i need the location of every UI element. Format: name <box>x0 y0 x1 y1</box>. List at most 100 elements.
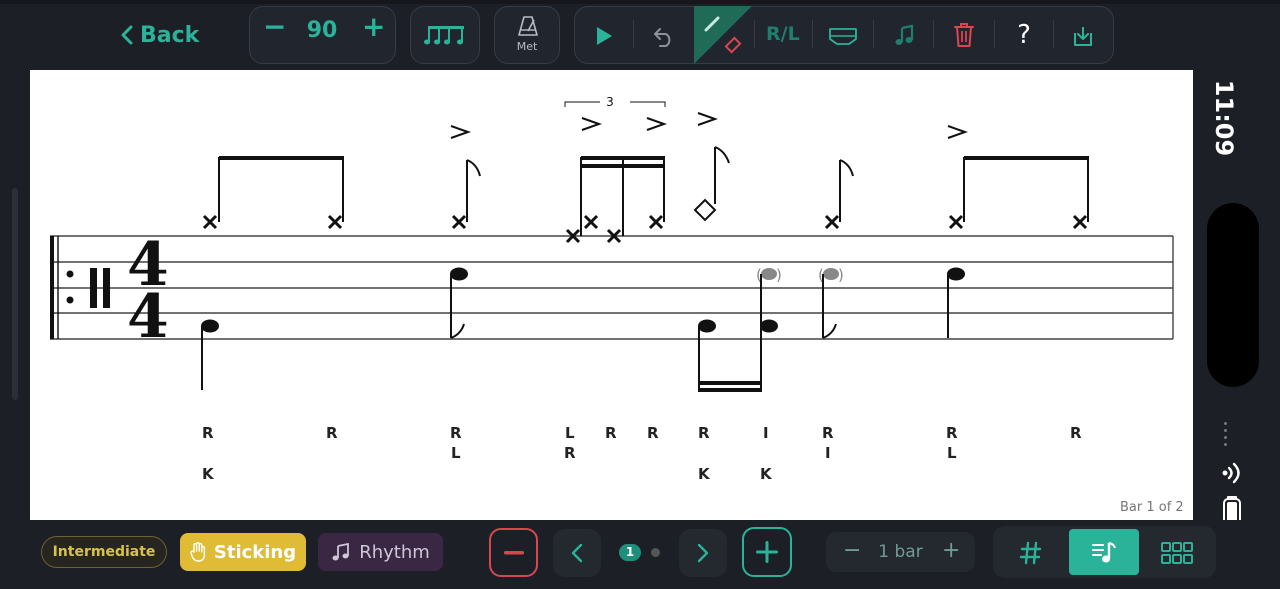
edit-mode-toggle[interactable] <box>694 6 754 64</box>
tray-button[interactable] <box>826 22 860 50</box>
sticking-label[interactable]: R <box>564 444 576 462</box>
play-button[interactable] <box>590 22 618 50</box>
subdivision-button[interactable] <box>410 6 480 64</box>
export-button[interactable] <box>1069 22 1097 50</box>
hand-icon <box>190 542 205 562</box>
tempo-decrease-button[interactable]: − <box>263 10 286 43</box>
top-toolbar: Back − 90 + Met R/L ? <box>0 0 1280 66</box>
metronome-icon <box>518 16 538 36</box>
separator <box>754 20 755 48</box>
notes-icon <box>332 543 350 561</box>
tempo-value[interactable]: 90 <box>305 18 339 43</box>
sticking-label[interactable]: L <box>451 444 461 462</box>
lower-beams <box>698 381 762 392</box>
separator <box>933 20 934 48</box>
crash-note <box>693 198 717 222</box>
next-bar-button[interactable] <box>679 529 727 577</box>
plus-icon <box>756 541 778 563</box>
chevron-left-icon <box>571 543 583 563</box>
staff-lines <box>50 235 1173 340</box>
sticking-label[interactable]: R <box>1070 424 1082 442</box>
bar-indicator: Bar 1 of 2 <box>1120 500 1184 515</box>
bar-length-decrease-button[interactable]: − <box>843 538 861 563</box>
separator <box>633 20 634 48</box>
bar-length-value: 1 bar <box>878 542 923 562</box>
sticking-row-3: K K K <box>30 465 1193 485</box>
view-notation-button[interactable] <box>1089 539 1119 567</box>
minus-icon <box>503 550 524 554</box>
clock: 11:09 <box>1210 80 1238 156</box>
time-signature-bottom: 4 <box>127 282 169 352</box>
back-label: Back <box>140 22 200 48</box>
undo-button[interactable] <box>650 22 678 50</box>
notation-button[interactable] <box>891 22 919 50</box>
sticking-label[interactable]: L <box>947 444 957 462</box>
clock-time: 11:09 <box>1210 80 1238 156</box>
accent-marks <box>450 112 969 139</box>
limb-label[interactable]: K <box>202 465 214 483</box>
notes-icon <box>895 24 914 45</box>
grid-icon <box>1161 542 1193 564</box>
help-button[interactable]: ? <box>1010 20 1038 50</box>
sticking-label[interactable]: I <box>763 424 769 442</box>
sticking-row-1: R R R L R R R I R R R <box>30 424 1193 444</box>
sticking-row-2: L R I L <box>30 444 1193 464</box>
remove-bar-button[interactable] <box>489 528 538 577</box>
left-scroll-indicator[interactable] <box>12 188 18 400</box>
dynamic-island <box>1207 203 1259 387</box>
score-canvas[interactable]: 4 4 3 () () R R R L R R R I R R R L R … <box>30 70 1193 520</box>
svg-text:): ) <box>838 266 844 284</box>
sticking-label[interactable]: R <box>946 424 958 442</box>
rhythm-mode-button[interactable]: Rhythm <box>318 533 443 571</box>
page-indicator-current[interactable]: 1 <box>619 544 641 561</box>
view-grid-button[interactable] <box>1160 539 1194 567</box>
previous-bar-button[interactable] <box>553 529 601 577</box>
bar-length-increase-button[interactable]: + <box>942 538 960 563</box>
sticking-label[interactable]: R <box>326 424 338 442</box>
beamed-notes-icon <box>424 26 464 45</box>
sticking-label[interactable]: R <box>647 424 659 442</box>
metronome-button[interactable] <box>494 6 560 64</box>
svg-text:): ) <box>776 266 782 284</box>
separator <box>994 20 995 48</box>
tempo-increase-button[interactable]: + <box>362 10 385 43</box>
ghost-notes: () () <box>756 266 844 284</box>
tuplet-bracket <box>564 101 666 107</box>
tuplet-number: 3 <box>606 95 614 109</box>
rhythm-mode-label: Rhythm <box>359 541 430 563</box>
sticking-label[interactable]: R <box>605 424 617 442</box>
upper-beams <box>219 156 1089 168</box>
sticking-label[interactable]: R <box>450 424 462 442</box>
page-indicator-dot[interactable] <box>651 548 660 557</box>
separator <box>812 20 813 48</box>
sticking-toggle-button[interactable]: R/L <box>766 23 800 45</box>
sticking-mode-button[interactable]: Sticking <box>180 533 306 571</box>
view-hash-button[interactable] <box>1016 539 1046 567</box>
separator <box>1053 20 1054 48</box>
drag-handle[interactable] <box>1224 422 1227 450</box>
lower-stems <box>201 274 949 390</box>
add-bar-button[interactable] <box>742 527 792 577</box>
eraser-icon <box>724 36 742 54</box>
back-button[interactable]: Back <box>120 20 199 50</box>
sticking-label[interactable]: R <box>698 424 710 442</box>
limb-label[interactable]: K <box>760 465 772 483</box>
sticking-mode-label: Sticking <box>213 541 297 563</box>
export-icon <box>1074 27 1092 46</box>
sheet-music-icon <box>1092 542 1116 563</box>
sticking-label[interactable]: L <box>565 424 575 442</box>
hihat-notes <box>202 214 1088 244</box>
trash-icon <box>954 23 974 47</box>
limb-label[interactable]: K <box>698 465 710 483</box>
sticking-label[interactable]: R <box>822 424 834 442</box>
level-badge[interactable]: Intermediate <box>41 536 167 568</box>
wifi-icon <box>1222 462 1240 484</box>
tray-icon <box>829 28 857 45</box>
sticking-label[interactable]: I <box>825 444 831 462</box>
sticking-label[interactable]: R <box>202 424 214 442</box>
upper-flags <box>466 146 854 177</box>
bar-length-control: − 1 bar + <box>826 532 975 572</box>
delete-button[interactable] <box>950 21 978 49</box>
chevron-right-icon <box>697 543 709 563</box>
status-strip <box>0 0 1280 4</box>
